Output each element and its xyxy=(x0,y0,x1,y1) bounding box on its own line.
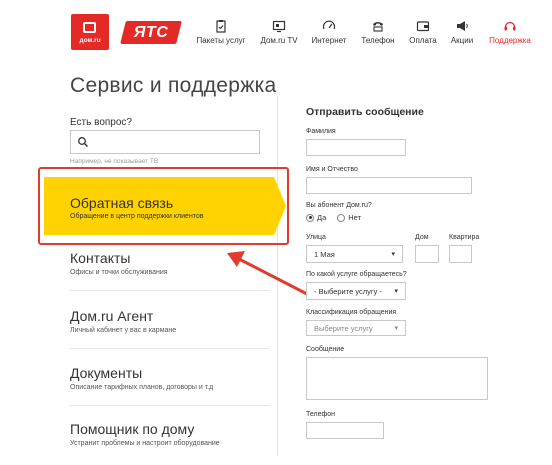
message-label: Сообщение xyxy=(306,346,345,353)
menu-item-subtitle: Устранит проблемы и настроит оборудовани… xyxy=(70,440,220,447)
surname-label: Фамилия xyxy=(306,128,336,135)
menu-item-contacts[interactable]: Контакты Офисы и точки обслуживания xyxy=(70,250,168,276)
nav-payment[interactable]: Оплата xyxy=(405,17,441,45)
apartment-label: Квартира xyxy=(449,234,480,241)
wallet-icon xyxy=(405,17,441,34)
subscriber-yes-label: Да xyxy=(317,213,327,222)
nav-label: Пакеты услуг xyxy=(196,36,246,45)
yats-logo-text: ЯТС xyxy=(133,24,169,41)
house-field[interactable] xyxy=(415,245,439,263)
header: дом.ru ЯТС Пакеты услуг Дом.ru TV Интерн… xyxy=(0,0,552,60)
apartment-field[interactable] xyxy=(449,245,472,263)
nav-packages[interactable]: Пакеты услуг xyxy=(196,17,246,45)
clipboard-icon xyxy=(196,17,246,34)
menu-item-subtitle: Описание тарифных планов, договоры и т.д xyxy=(70,384,214,391)
tv-icon xyxy=(256,17,302,34)
classification-value: Выберите услугу xyxy=(314,323,373,333)
nav-label: Интернет xyxy=(311,36,347,45)
divider xyxy=(70,348,270,349)
chevron-down-icon: ▾ xyxy=(394,325,398,332)
message-textarea[interactable] xyxy=(306,357,488,400)
nav-label: Оплата xyxy=(409,36,437,45)
question-label: Есть вопрос? xyxy=(70,117,132,128)
annotation-arrow xyxy=(227,251,310,297)
subscriber-no-label: Нет xyxy=(348,213,362,222)
phone-label: Телефон xyxy=(306,411,336,418)
menu-item-documents[interactable]: Документы Описание тарифных планов, дого… xyxy=(70,365,213,391)
nav-phone[interactable]: Телефон xyxy=(358,17,398,45)
headset-icon xyxy=(486,17,534,34)
nav-support[interactable]: Поддержка xyxy=(486,17,534,45)
service-select[interactable]: - Выберите услугу - ▾ xyxy=(306,282,406,300)
nav-label: Телефон xyxy=(361,36,395,45)
surname-field[interactable] xyxy=(306,139,406,156)
nav-label: Акции xyxy=(450,36,474,45)
subscriber-radio-group: Да Нет xyxy=(306,213,369,222)
menu-item-title: Контакты xyxy=(70,250,131,266)
name-field[interactable] xyxy=(306,177,472,194)
page-title: Сервис и поддержка xyxy=(70,74,277,97)
annotation-frame xyxy=(38,167,289,245)
chevron-down-icon: ▾ xyxy=(391,251,395,258)
classification-select[interactable]: Выберите услугу ▾ xyxy=(306,320,406,336)
street-label: Улица xyxy=(306,234,326,241)
domru-logo[interactable]: дом.ru xyxy=(71,14,109,50)
house-icon xyxy=(83,22,96,33)
domru-logo-text: дом.ru xyxy=(79,37,101,44)
menu-item-title: Помощник по дому xyxy=(70,421,195,437)
megaphone-icon xyxy=(447,17,477,34)
search-input[interactable] xyxy=(70,130,260,154)
form-title: Отправить сообщение xyxy=(306,106,424,118)
nav-label: Поддержка xyxy=(489,36,531,45)
menu-item-agent[interactable]: Дом.ru Агент Личный кабинет у вас в карм… xyxy=(70,308,176,334)
yats-logo[interactable]: ЯТС xyxy=(120,21,182,44)
subscriber-label: Вы абонент Дом.ru? xyxy=(306,202,372,209)
menu-item-subtitle: Личный кабинет у вас в кармане xyxy=(70,327,177,334)
search-hint: Например, не показывает ТВ xyxy=(70,158,159,165)
nav-tv[interactable]: Дом.ru TV xyxy=(256,17,302,45)
menu-item-title: Дом.ru Агент xyxy=(70,308,154,324)
street-value: 1 Мая xyxy=(314,249,335,259)
chevron-down-icon: ▾ xyxy=(394,288,398,295)
house-label: Дом xyxy=(415,234,429,241)
service-label: По какой услуге обращаетесь? xyxy=(306,271,407,278)
nav-label: Дом.ru TV xyxy=(260,36,298,45)
street-select[interactable]: 1 Мая ▾ xyxy=(306,245,403,263)
speedometer-icon xyxy=(308,17,350,34)
menu-item-home-helper[interactable]: Помощник по дому Устранит проблемы и нас… xyxy=(70,421,220,447)
divider xyxy=(70,405,270,406)
phone-icon xyxy=(358,17,398,34)
search-icon xyxy=(78,137,88,147)
nav-internet[interactable]: Интернет xyxy=(308,17,350,45)
menu-item-title: Документы xyxy=(70,365,143,381)
service-value: - Выберите услугу - xyxy=(314,286,382,296)
subscriber-no-radio[interactable] xyxy=(337,213,346,222)
subscriber-yes-radio[interactable] xyxy=(306,213,314,222)
phone-field[interactable] xyxy=(306,422,384,439)
nav-promos[interactable]: Акции xyxy=(447,17,477,45)
menu-item-subtitle: Офисы и точки обслуживания xyxy=(70,269,168,276)
classification-label: Классификация обращения xyxy=(306,309,397,316)
name-label: Имя и Отчество xyxy=(306,166,358,173)
